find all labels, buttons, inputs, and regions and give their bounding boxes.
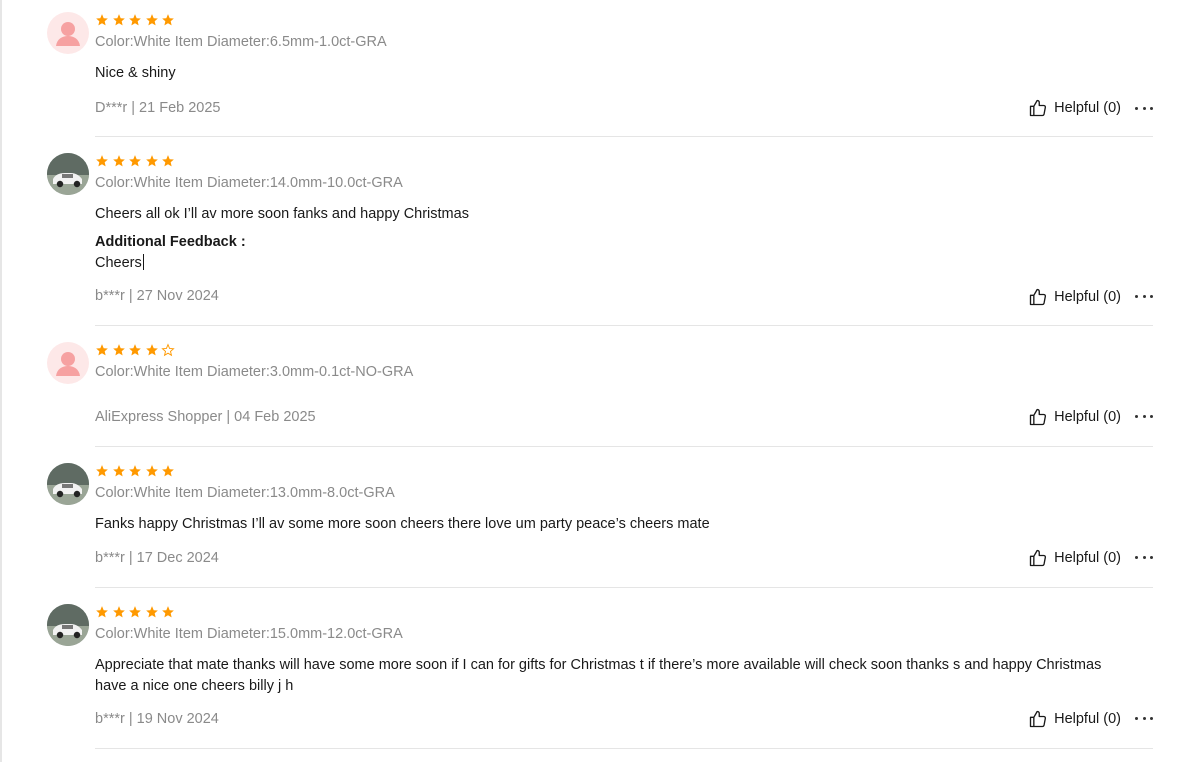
text-cursor: [142, 254, 144, 270]
sku-info: Color:White Item Diameter:13.0mm-8.0ct-G…: [95, 485, 395, 501]
star-filled-icon: [129, 606, 141, 618]
thumbs-up-icon: [1029, 549, 1047, 567]
review-item: Color:White Item Diameter:14.0mm-10.0ct-…: [47, 153, 1153, 326]
window-edge: [0, 0, 2, 762]
star-filled-icon: [112, 155, 125, 167]
sku-info: Color:White Item Diameter:15.0mm-12.0ct-…: [95, 626, 403, 642]
thumbs-up-icon: [1029, 99, 1047, 117]
star-filled-icon: [112, 606, 125, 618]
star-filled-icon: [96, 344, 108, 356]
additional-feedback-title: Additional Feedback :: [95, 234, 246, 250]
more-options-button[interactable]: [1135, 289, 1153, 303]
review-meta: b***r | 27 Nov 2024: [95, 288, 219, 304]
review-text: Cheers all ok I’ll av more soon fanks an…: [95, 206, 469, 222]
default-avatar-icon: [47, 12, 89, 54]
review-text: Nice & shiny: [95, 65, 176, 81]
helpful-label: Helpful (0): [1054, 409, 1121, 425]
star-filled-icon: [96, 155, 108, 167]
helpful-button[interactable]: Helpful (0): [1028, 407, 1121, 427]
review-meta: b***r | 17 Dec 2024: [95, 550, 219, 566]
star-rating: [95, 605, 178, 619]
review-text: Fanks happy Christmas I’ll av some more …: [95, 516, 710, 532]
star-rating: [95, 343, 178, 357]
review-item: Color:White Item Diameter:13.0mm-8.0ct-G…: [47, 463, 1153, 588]
star-filled-icon: [96, 606, 108, 618]
more-options-button[interactable]: [1135, 409, 1153, 423]
helpful-button[interactable]: Helpful (0): [1028, 548, 1121, 568]
divider: [95, 136, 1153, 137]
star-filled-icon: [112, 14, 125, 26]
helpful-button[interactable]: Helpful (0): [1028, 287, 1121, 307]
default-avatar-icon: [47, 342, 89, 384]
star-filled-icon: [162, 155, 174, 167]
star-filled-icon: [145, 606, 158, 618]
more-options-button[interactable]: [1135, 101, 1153, 115]
helpful-label: Helpful (0): [1054, 550, 1121, 566]
more-options-button[interactable]: [1135, 550, 1153, 564]
star-filled-icon: [112, 465, 125, 477]
star-filled-icon: [145, 465, 158, 477]
review-text: Appreciate that mate thanks will have so…: [95, 657, 1102, 694]
sku-info: Color:White Item Diameter:14.0mm-10.0ct-…: [95, 175, 403, 191]
more-options-button[interactable]: [1135, 711, 1153, 725]
star-rating: [95, 464, 178, 478]
thumbs-up-icon: [1029, 710, 1047, 728]
car-photo-avatar: [47, 604, 89, 646]
review-meta: b***r | 19 Nov 2024: [95, 711, 219, 727]
thumbs-up-icon: [1029, 408, 1047, 426]
helpful-label: Helpful (0): [1054, 100, 1121, 116]
star-filled-icon: [162, 606, 174, 618]
review-item: Color:White Item Diameter:15.0mm-12.0ct-…: [47, 604, 1153, 750]
helpful-label: Helpful (0): [1054, 711, 1121, 727]
star-filled-icon: [129, 14, 141, 26]
additional-feedback-text: Cheers: [95, 254, 144, 271]
star-filled-icon: [129, 465, 141, 477]
star-filled-icon: [145, 155, 158, 167]
star-filled-icon: [129, 344, 141, 356]
helpful-button[interactable]: Helpful (0): [1028, 709, 1121, 729]
star-filled-icon: [112, 344, 125, 356]
star-filled-icon: [145, 14, 158, 26]
review-meta: D***r | 21 Feb 2025: [95, 100, 221, 116]
star-empty-icon: [161, 343, 175, 357]
star-filled-icon: [145, 344, 158, 356]
star-rating: [95, 13, 178, 27]
star-filled-icon: [162, 465, 174, 477]
star-filled-icon: [129, 155, 141, 167]
additional-feedback-value: Cheers: [95, 255, 142, 271]
sku-info: Color:White Item Diameter:6.5mm-1.0ct-GR…: [95, 34, 387, 50]
helpful-label: Helpful (0): [1054, 289, 1121, 305]
divider: [95, 587, 1153, 588]
helpful-button[interactable]: Helpful (0): [1028, 98, 1121, 118]
star-filled-icon: [162, 14, 174, 26]
review-meta: AliExpress Shopper | 04 Feb 2025: [95, 409, 316, 425]
thumbs-up-icon: [1029, 288, 1047, 306]
sku-info: Color:White Item Diameter:3.0mm-0.1ct-NO…: [95, 364, 414, 380]
star-rating: [95, 154, 178, 168]
car-photo-avatar: [47, 153, 89, 195]
car-photo-avatar: [47, 463, 89, 505]
divider: [95, 446, 1153, 447]
divider: [95, 325, 1153, 326]
divider: [95, 748, 1153, 749]
review-item: Color:White Item Diameter:3.0mm-0.1ct-NO…: [47, 342, 1153, 447]
star-filled-icon: [96, 465, 108, 477]
review-item: Color:White Item Diameter:6.5mm-1.0ct-GR…: [47, 12, 1153, 137]
star-filled-icon: [96, 14, 108, 26]
